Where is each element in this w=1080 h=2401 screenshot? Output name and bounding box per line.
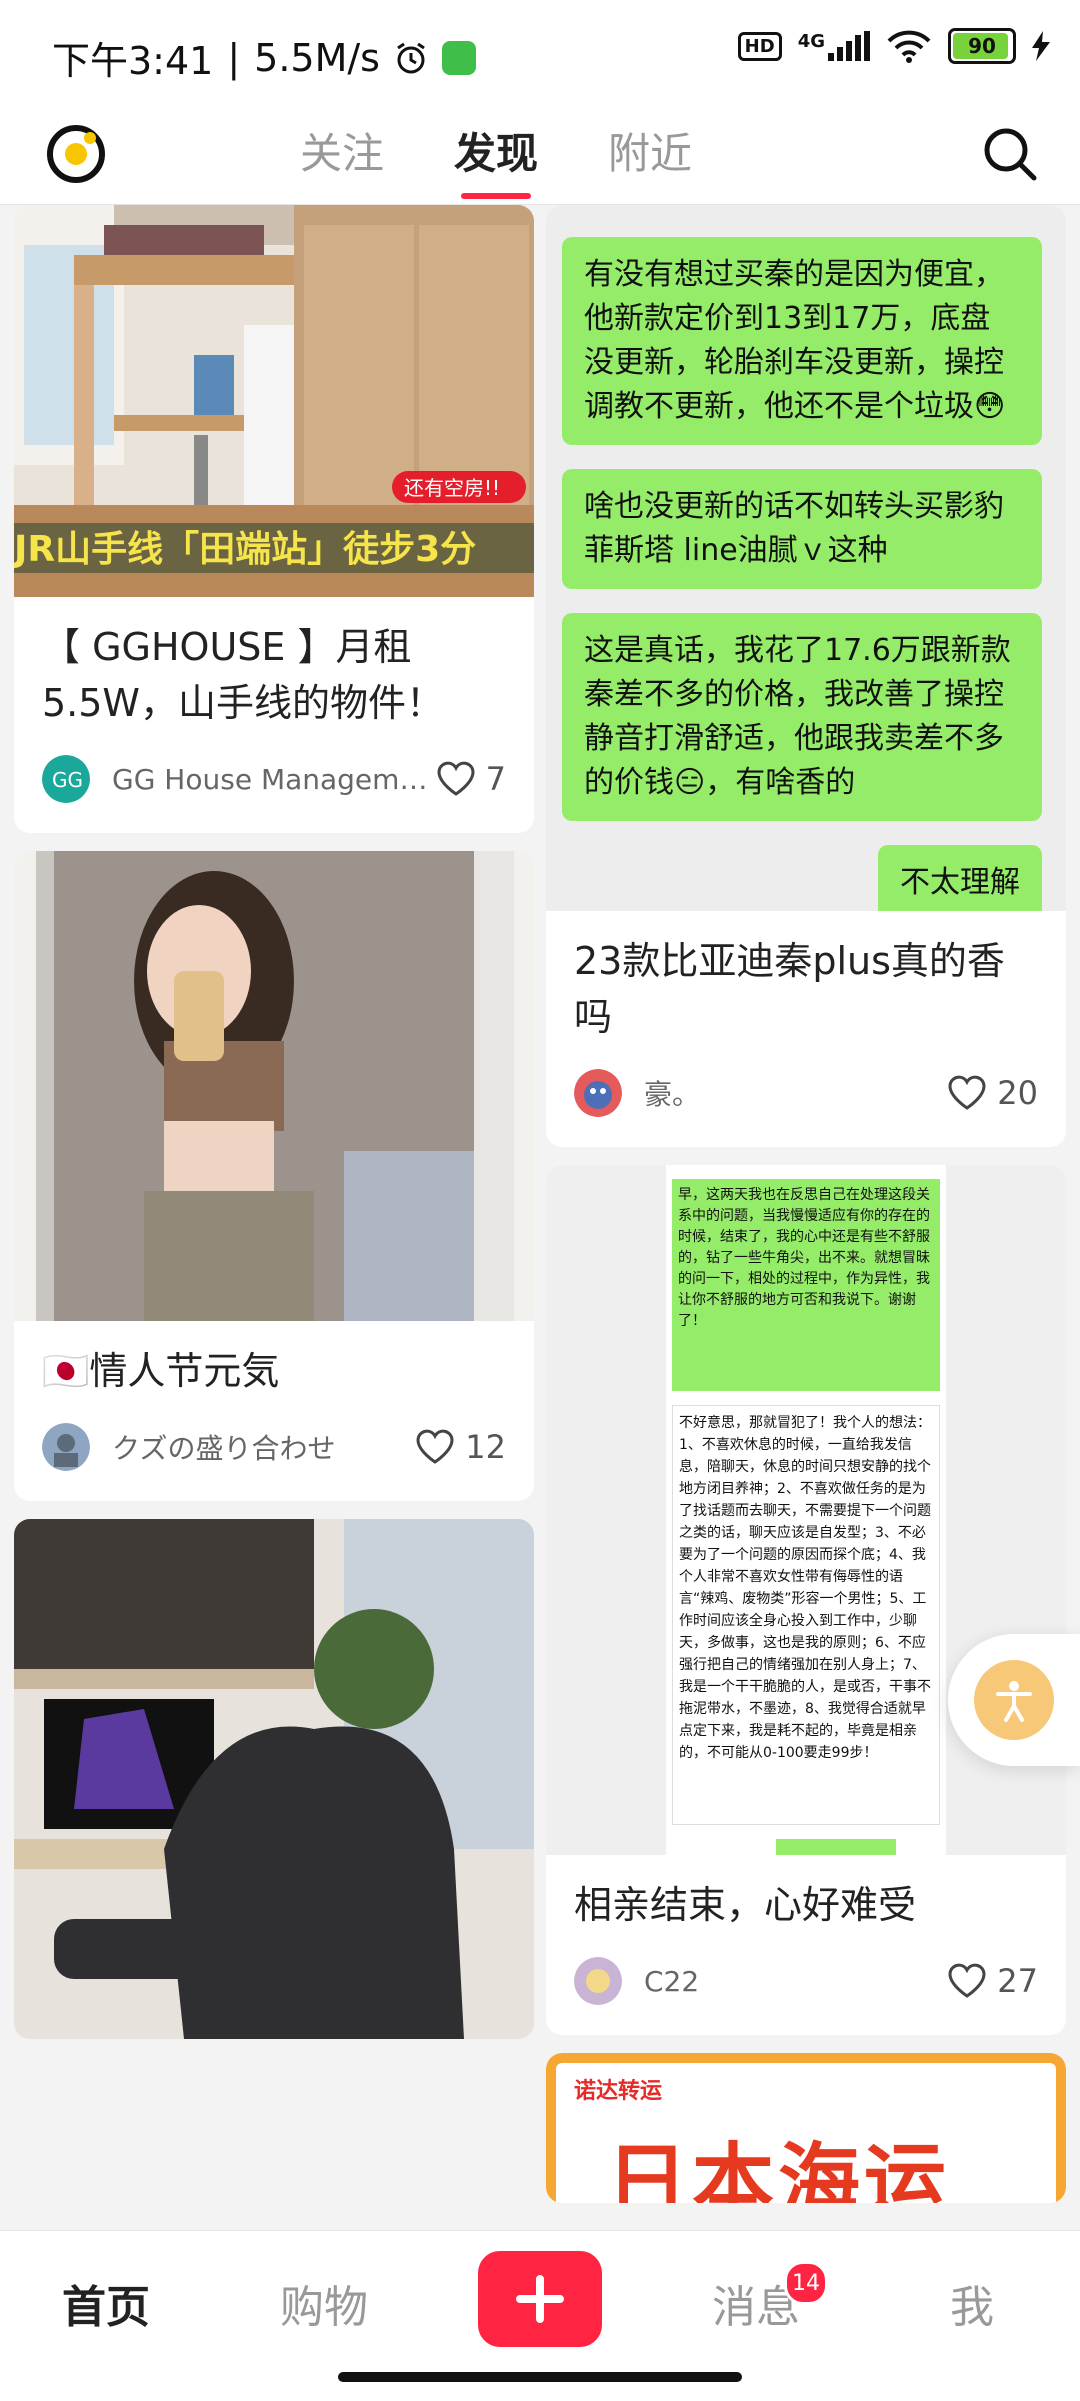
doc-message-bottom: 不好意思，那就冒犯了！我个人的想法：1、不喜欢休息的时候，一直给我发信息，陪聊天… xyxy=(672,1405,940,1825)
nav-shopping[interactable]: 购物 xyxy=(280,2271,368,2335)
heart-icon xyxy=(437,761,475,796)
tab-discover[interactable]: 发现 xyxy=(454,120,538,199)
hd-icon: HD xyxy=(737,31,782,61)
author-name[interactable]: GG House Management xyxy=(112,763,436,796)
like-count: 20 xyxy=(997,1074,1038,1112)
avatar[interactable] xyxy=(574,1069,622,1117)
chat-bubble: 有没有想过买秦的是因为便宜，他新款定价到13到17万，底盘没更新，轮胎刹车没更新… xyxy=(562,237,1042,445)
accessibility-icon xyxy=(996,1681,1032,1722)
post-title: 23款比亚迪秦plus真的香吗 xyxy=(574,939,1005,1039)
network-speed: 5.5M/s xyxy=(254,35,380,80)
avatar[interactable] xyxy=(42,1423,90,1471)
app-logo-icon[interactable] xyxy=(44,122,108,186)
discover-feed: 还有空房!! JR山手线「田端站」徒步3分 【 GGHOUSE 】月租5.5W，… xyxy=(0,205,1080,2230)
status-time: 下午3:41 xyxy=(52,39,214,83)
feed-column-left: 还有空房!! JR山手线「田端站」徒步3分 【 GGHOUSE 】月租5.5W，… xyxy=(14,205,534,2057)
chat-bubble: 这是真话，我花了17.6万跟新款秦差不多的价格，我改善了操控静音打滑舒适，他跟我… xyxy=(562,613,1042,821)
post-image-gaming-chair xyxy=(14,1519,534,2039)
battery-icon: 90 xyxy=(948,28,1016,64)
message-count-badge: 14 xyxy=(784,2261,828,2305)
app-notification-icon xyxy=(441,40,476,75)
home-indicator[interactable] xyxy=(338,2372,742,2382)
avatar[interactable]: GG xyxy=(42,755,90,803)
post-title: 🇯🇵情人节元気 xyxy=(42,1349,280,1393)
post-title: 【 GGHOUSE 】月租5.5W，山手线的物件！ xyxy=(42,625,445,725)
like-button[interactable]: 7 xyxy=(436,760,506,798)
feed-card[interactable]: 早，这两天我也在反思自己在处理这段关系中的问题，当我慢慢适应有你的存在的时候，结… xyxy=(546,1165,1066,2035)
like-button[interactable]: 12 xyxy=(415,1428,506,1466)
heart-icon xyxy=(948,1963,986,1998)
wifi-icon xyxy=(887,30,931,63)
tab-following[interactable]: 关注 xyxy=(300,120,384,199)
signal-icon xyxy=(828,31,870,61)
chat-bubble: 啥也没更新的话不如转头买影豹菲斯塔 line油腻ｖ这种 xyxy=(562,469,1042,589)
tab-nearby[interactable]: 附近 xyxy=(608,120,692,199)
feed-card[interactable]: 有没有想过买秦的是因为便宜，他新款定价到13到17万，底盘没更新，轮胎刹车没更新… xyxy=(546,205,1066,1147)
top-navigation: 关注 发现 附近 xyxy=(0,104,1080,205)
nav-me[interactable]: 我 xyxy=(950,2271,994,2335)
author-name[interactable]: 豪。 xyxy=(644,1073,947,1113)
create-post-button[interactable] xyxy=(478,2251,602,2347)
ad-headline: 日本海运 xyxy=(606,2135,951,2203)
post-image-selfie xyxy=(14,851,534,1321)
post-image-room: 还有空房!! JR山手线「田端站」徒步3分 xyxy=(14,205,534,597)
like-count: 7 xyxy=(485,760,506,798)
heart-icon xyxy=(948,1075,986,1110)
like-count: 12 xyxy=(465,1428,506,1466)
ad-logo: 诺达转运 xyxy=(574,2079,663,2104)
heart-icon xyxy=(416,1429,454,1464)
floating-accessibility-button[interactable] xyxy=(948,1634,1080,1766)
nav-messages[interactable]: 消息 14 xyxy=(712,2261,828,2335)
image-caption-badge: 还有空房!! xyxy=(404,476,500,500)
author-name[interactable]: クズの盛り合わせ xyxy=(112,1427,415,1467)
plus-icon xyxy=(516,2275,564,2323)
image-caption-station: JR山手线「田端站」徒步3分 xyxy=(14,529,476,570)
feed-card[interactable]: 🇯🇵情人节元気 クズの盛り合わせ 12 xyxy=(14,851,534,1501)
alarm-icon xyxy=(397,42,425,73)
network-type: 4G xyxy=(798,31,870,61)
like-button[interactable]: 27 xyxy=(947,1962,1038,2000)
doc-message-top: 早，这两天我也在反思自己在处理这段关系中的问题，当我慢慢适应有你的存在的时候，结… xyxy=(672,1179,940,1391)
author-name[interactable]: C22 xyxy=(644,1965,947,1998)
feed-column-right: 有没有想过买秦的是因为便宜，他新款定价到13到17万，底盘没更新，轮胎刹车没更新… xyxy=(546,205,1066,2221)
chat-bubble: 不太理解 xyxy=(878,845,1042,911)
status-bar: 下午3:41 | 5.5M/s HD 4G 90 xyxy=(0,0,1080,104)
search-icon[interactable] xyxy=(980,124,1040,184)
post-image-chat-screenshot: 有没有想过买秦的是因为便宜，他新款定价到13到17万，底盘没更新，轮胎刹车没更新… xyxy=(546,205,1066,911)
charging-icon xyxy=(1032,31,1050,61)
feed-card[interactable]: 还有空房!! JR山手线「田端站」徒步3分 【 GGHOUSE 】月租5.5W，… xyxy=(14,205,534,833)
svg-text:GG: GG xyxy=(52,768,83,792)
nav-home[interactable]: 首页 xyxy=(62,2271,150,2335)
like-count: 27 xyxy=(997,1962,1038,2000)
feed-card-ad[interactable]: 诺达转运 日本海运 xyxy=(546,2053,1066,2203)
avatar[interactable] xyxy=(574,1957,622,2005)
post-title: 相亲结束，心好难受 xyxy=(574,1883,917,1927)
like-button[interactable]: 20 xyxy=(947,1074,1038,1112)
feed-card[interactable] xyxy=(14,1519,534,2039)
